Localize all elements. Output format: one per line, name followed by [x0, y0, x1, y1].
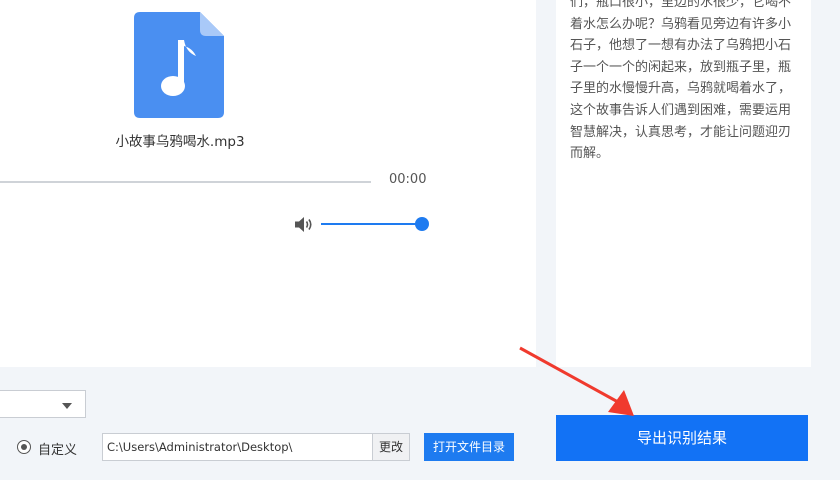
radio-selected-dot [21, 444, 27, 450]
output-path-input[interactable] [102, 433, 373, 461]
speaker-icon[interactable] [294, 216, 314, 233]
open-folder-button[interactable]: 打开文件目录 [424, 433, 514, 461]
progress-bar[interactable] [0, 181, 371, 183]
change-path-button[interactable]: 更改 [372, 433, 410, 461]
file-name: 小故事乌鸦喝水.mp3 [115, 134, 245, 150]
recognition-result-text: 们，瓶口很小，里边的水很少，它喝不着水怎么办呢？乌鸦看见旁边有许多小石子，他想了… [570, 0, 792, 162]
player-panel [0, 0, 536, 367]
red-arrow-annotation [519, 346, 634, 416]
time-label: 00:00 [389, 172, 427, 187]
volume-slider-track[interactable] [321, 223, 423, 225]
volume-slider-handle[interactable] [415, 217, 429, 231]
music-file-icon [134, 12, 224, 118]
output-format-select[interactable] [0, 390, 86, 418]
custom-path-label[interactable]: 自定义 [38, 439, 77, 458]
chevron-down-icon[interactable] [62, 403, 72, 409]
